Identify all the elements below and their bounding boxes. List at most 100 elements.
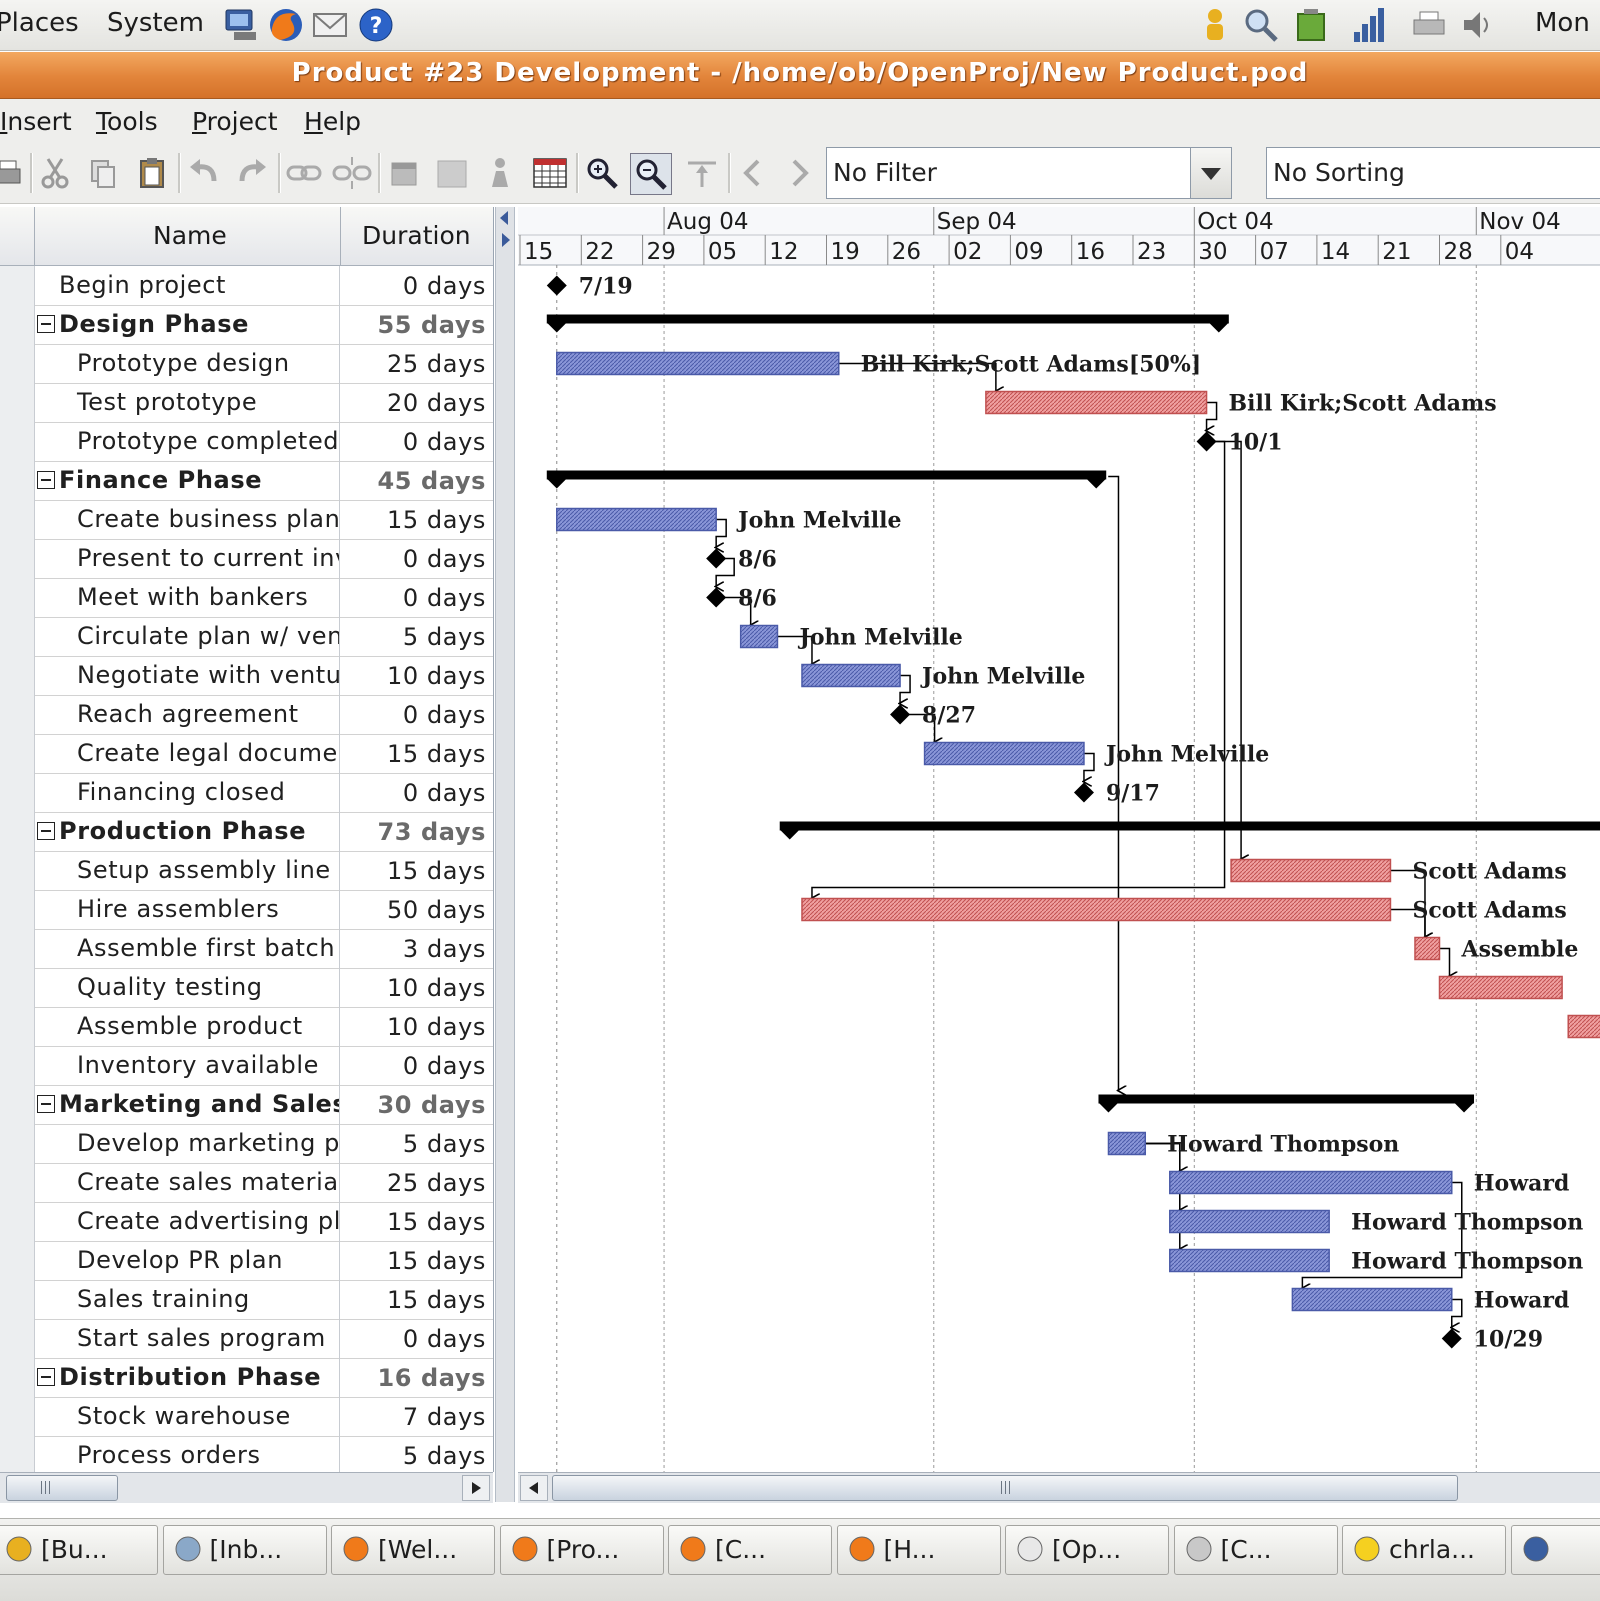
table-row[interactable]: Begin project0 days bbox=[0, 266, 493, 306]
sorting-select[interactable]: No Sorting bbox=[1266, 147, 1600, 199]
dependency-link[interactable] bbox=[1084, 754, 1094, 782]
column-divider[interactable] bbox=[340, 207, 341, 265]
undo-icon[interactable] bbox=[184, 153, 224, 193]
column-header-duration[interactable]: Duration bbox=[362, 221, 471, 250]
critical-task-bar[interactable] bbox=[1231, 860, 1390, 882]
task-duration-cell[interactable]: 16 days bbox=[340, 1358, 490, 1397]
task-duration-cell[interactable]: 5 days bbox=[340, 1124, 490, 1163]
row-header[interactable] bbox=[0, 344, 35, 383]
taskbar-button[interactable]: [C... bbox=[1174, 1525, 1338, 1575]
mail-icon[interactable] bbox=[310, 6, 350, 44]
collapse-icon[interactable] bbox=[37, 1095, 55, 1113]
help-icon[interactable]: ? bbox=[356, 6, 396, 44]
task-name-cell[interactable]: Design Phase bbox=[35, 305, 340, 344]
row-header[interactable] bbox=[0, 851, 35, 890]
row-header[interactable] bbox=[0, 695, 35, 734]
clock[interactable]: Mon bbox=[1535, 8, 1590, 38]
table-row[interactable]: Prototype design25 days bbox=[0, 344, 493, 384]
table-row[interactable]: Finance Phase45 days bbox=[0, 461, 493, 501]
task-name-cell[interactable]: Circulate plan w/ venture capitalists bbox=[35, 617, 340, 656]
task-name-cell[interactable]: Create advertising plan bbox=[35, 1202, 340, 1241]
milestone-marker[interactable] bbox=[1442, 1329, 1462, 1349]
paste-icon[interactable] bbox=[132, 153, 172, 193]
dependency-link[interactable] bbox=[1215, 442, 1242, 860]
table-row[interactable]: Sales training15 days bbox=[0, 1280, 493, 1320]
collapse-icon[interactable] bbox=[37, 471, 55, 489]
task-duration-cell[interactable]: 15 days bbox=[340, 1202, 490, 1241]
taskbar-button[interactable]: [H... bbox=[837, 1525, 1001, 1575]
table-scroll-thumb[interactable] bbox=[6, 1475, 118, 1501]
row-header[interactable] bbox=[0, 1124, 35, 1163]
task-duration-cell[interactable]: 0 days bbox=[340, 695, 490, 734]
pane-splitter[interactable] bbox=[495, 207, 515, 1502]
zoom-out-icon[interactable] bbox=[630, 153, 672, 195]
task-bar[interactable] bbox=[557, 353, 839, 375]
table-row[interactable]: Test prototype20 days bbox=[0, 383, 493, 423]
task-name-cell[interactable]: Distribution Phase bbox=[35, 1358, 340, 1397]
milestone-marker[interactable] bbox=[890, 705, 910, 725]
task-duration-cell[interactable]: 45 days bbox=[340, 461, 490, 500]
menu-project[interactable]: Project bbox=[192, 107, 278, 136]
task-name-cell[interactable]: Finance Phase bbox=[35, 461, 340, 500]
table-row[interactable]: Quality testing10 days bbox=[0, 968, 493, 1008]
task-name-cell[interactable]: Begin project bbox=[35, 266, 340, 305]
task-name-cell[interactable]: Production Phase bbox=[35, 812, 340, 851]
critical-task-bar[interactable] bbox=[1568, 1016, 1600, 1038]
next-icon[interactable] bbox=[780, 153, 820, 193]
previous-icon[interactable] bbox=[734, 153, 774, 193]
scroll-right-icon[interactable] bbox=[462, 1475, 490, 1501]
task-name-cell[interactable]: Hire assemblers bbox=[35, 890, 340, 929]
task-bar[interactable] bbox=[802, 665, 900, 687]
task-name-cell[interactable]: Sales training bbox=[35, 1280, 340, 1319]
table-row[interactable]: Present to current investors0 days bbox=[0, 539, 493, 579]
row-header[interactable] bbox=[0, 266, 35, 305]
dependency-link[interactable] bbox=[900, 676, 910, 704]
task-bar[interactable] bbox=[925, 743, 1084, 765]
task-bar[interactable] bbox=[1170, 1211, 1329, 1233]
task-duration-cell[interactable]: 25 days bbox=[340, 1163, 490, 1202]
table-row[interactable]: Create advertising plan15 days bbox=[0, 1202, 493, 1242]
summary-bar[interactable] bbox=[547, 471, 1106, 480]
critical-task-bar[interactable] bbox=[1415, 938, 1440, 960]
task-name-cell[interactable]: Stock warehouse bbox=[35, 1397, 340, 1436]
collapse-left-icon[interactable] bbox=[500, 211, 508, 225]
table-row[interactable]: Create sales materials25 days bbox=[0, 1163, 493, 1203]
summary-bar[interactable] bbox=[1098, 1095, 1474, 1104]
row-header[interactable] bbox=[0, 1358, 35, 1397]
scroll-to-task-icon[interactable] bbox=[682, 153, 722, 193]
table-row[interactable]: Develop PR plan15 days bbox=[0, 1241, 493, 1281]
row-header[interactable] bbox=[0, 422, 35, 461]
user-icon[interactable] bbox=[1196, 6, 1234, 44]
critical-task-bar[interactable] bbox=[802, 899, 1390, 921]
notes-icon[interactable] bbox=[384, 153, 424, 193]
task-duration-cell[interactable]: 55 days bbox=[340, 305, 490, 344]
table-row[interactable]: Design Phase55 days bbox=[0, 305, 493, 345]
task-duration-cell[interactable]: 20 days bbox=[340, 383, 490, 422]
task-duration-cell[interactable]: 0 days bbox=[340, 578, 490, 617]
gantt-chart[interactable]: Aug 04Sep 04Oct 04Nov 041522290512192602… bbox=[518, 207, 1600, 1472]
copy-icon[interactable] bbox=[84, 153, 124, 193]
table-row[interactable]: Develop marketing plan5 days bbox=[0, 1124, 493, 1164]
task-duration-cell[interactable]: 3 days bbox=[340, 929, 490, 968]
table-row[interactable]: Meet with bankers0 days bbox=[0, 578, 493, 618]
task-name-cell[interactable]: Test prototype bbox=[35, 383, 340, 422]
task-name-cell[interactable]: Reach agreement bbox=[35, 695, 340, 734]
row-header[interactable] bbox=[0, 617, 35, 656]
collapse-icon[interactable] bbox=[37, 822, 55, 840]
row-header[interactable] bbox=[0, 1280, 35, 1319]
task-bar[interactable] bbox=[1170, 1250, 1329, 1272]
task-duration-cell[interactable]: 73 days bbox=[340, 812, 490, 851]
task-duration-cell[interactable]: 0 days bbox=[340, 539, 490, 578]
menu-help[interactable]: Help bbox=[304, 107, 361, 136]
table-row[interactable]: Hire assemblers50 days bbox=[0, 890, 493, 930]
info-icon[interactable] bbox=[432, 153, 472, 193]
redo-icon[interactable] bbox=[232, 153, 272, 193]
task-duration-cell[interactable]: 10 days bbox=[340, 656, 490, 695]
table-row[interactable]: Financing closed0 days bbox=[0, 773, 493, 813]
taskbar-button[interactable]: [Wel... bbox=[331, 1525, 495, 1575]
scroll-left-icon[interactable] bbox=[520, 1475, 548, 1501]
table-row[interactable]: Process orders5 days bbox=[0, 1436, 493, 1472]
places-menu[interactable]: Places bbox=[0, 8, 79, 38]
column-header-name[interactable]: Name bbox=[153, 221, 227, 250]
task-duration-cell[interactable]: 25 days bbox=[340, 344, 490, 383]
